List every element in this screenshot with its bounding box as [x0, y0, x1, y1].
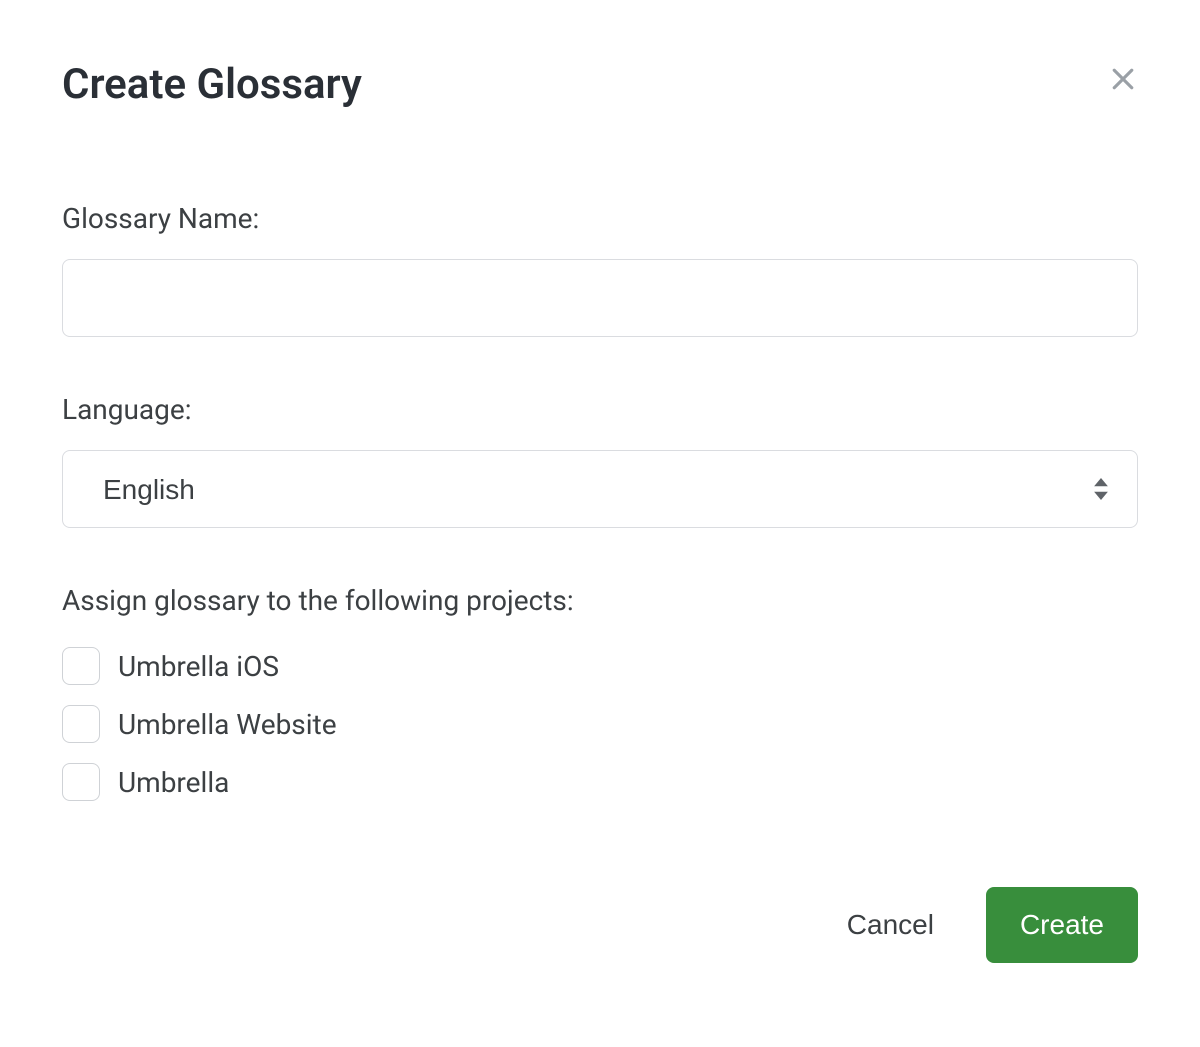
glossary-name-label: Glossary Name: [62, 202, 1138, 235]
project-label: Umbrella Website [118, 708, 337, 741]
cancel-button[interactable]: Cancel [847, 909, 934, 941]
glossary-name-input[interactable] [62, 259, 1138, 337]
project-label: Umbrella [118, 766, 229, 799]
create-button[interactable]: Create [986, 887, 1138, 963]
projects-section: Assign glossary to the following project… [62, 584, 1138, 801]
checkbox-box [62, 705, 100, 743]
glossary-name-section: Glossary Name: [62, 202, 1138, 337]
project-checkbox-item[interactable]: Umbrella Website [62, 705, 1138, 743]
project-checkbox-item[interactable]: Umbrella [62, 763, 1138, 801]
close-icon [1108, 64, 1138, 97]
create-glossary-dialog: Create Glossary Glossary Name: Language:… [0, 0, 1200, 1047]
project-label: Umbrella iOS [118, 650, 279, 683]
checkbox-box [62, 647, 100, 685]
close-button[interactable] [1100, 56, 1146, 105]
language-select[interactable]: English [62, 450, 1138, 528]
dialog-header: Create Glossary [62, 60, 1138, 110]
language-section: Language: English [62, 393, 1138, 528]
language-select-wrapper: English [62, 450, 1138, 528]
language-label: Language: [62, 393, 1138, 426]
checkbox-box [62, 763, 100, 801]
dialog-footer: Cancel Create [847, 887, 1138, 963]
dialog-title: Create Glossary [62, 60, 362, 110]
project-checkbox-item[interactable]: Umbrella iOS [62, 647, 1138, 685]
projects-checkbox-list: Umbrella iOS Umbrella Website Umbrella [62, 647, 1138, 801]
projects-label: Assign glossary to the following project… [62, 584, 1138, 617]
